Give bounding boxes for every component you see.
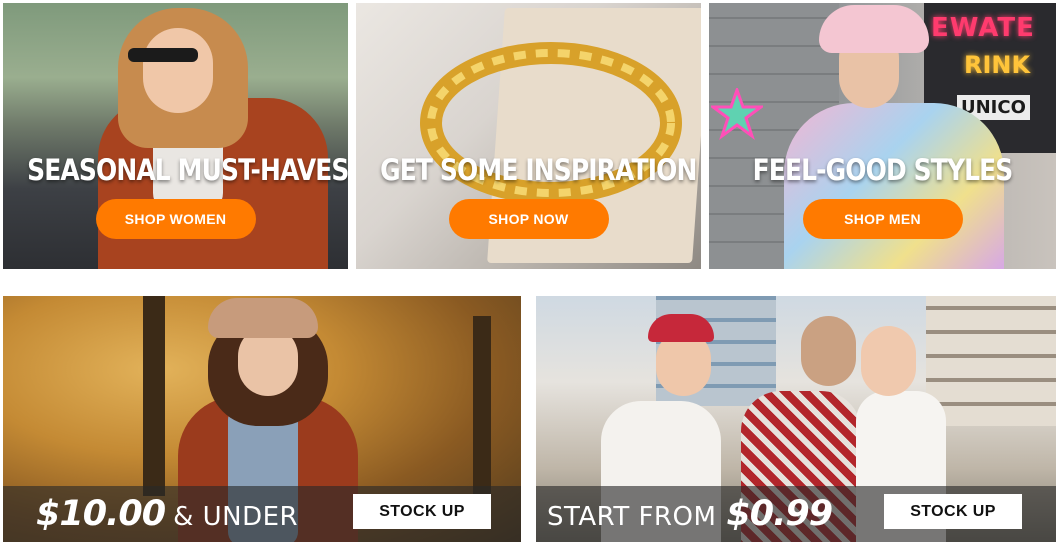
sunglasses (128, 48, 198, 62)
price-value: $10.00 (36, 494, 166, 534)
promo-title: GET SOME INSPIRATION (380, 153, 697, 187)
promo-title: SEASONAL MUST-HAVES (27, 153, 348, 187)
tree-trunk (473, 316, 491, 496)
shop-men-button[interactable]: SHOP MEN (802, 199, 963, 239)
price-line: $10.00 & UNDER (36, 494, 298, 534)
promo-tile-men[interactable]: EWATE RINK UNICO FEEL-GOOD STYLES SHOP M… (709, 3, 1056, 269)
price-prefix: START FROM (547, 502, 717, 532)
building (926, 296, 1056, 426)
bracelet-illustration (420, 42, 682, 204)
promo-tile-women[interactable]: SEASONAL MUST-HAVES SHOP WOMEN (3, 3, 348, 269)
model-face (143, 28, 213, 113)
promo-tile-from-099[interactable]: START FROM $0.99 STOCK UP (536, 296, 1056, 542)
price-suffix: & UNDER (173, 502, 299, 532)
stock-up-button[interactable]: STOCK UP (884, 494, 1022, 529)
neon-text-1: EWATE (931, 13, 1035, 43)
shop-now-button[interactable]: SHOP NOW (448, 199, 609, 239)
model-face (801, 316, 856, 386)
promo-tile-under-ten[interactable]: $10.00 & UNDER STOCK UP (3, 296, 521, 542)
price-value: $0.99 (726, 494, 833, 534)
promo-title: FEEL-GOOD STYLES (752, 153, 1014, 187)
sun-hat (208, 298, 318, 338)
stock-up-button[interactable]: STOCK UP (353, 494, 491, 529)
promo-tile-inspiration[interactable]: GET SOME INSPIRATION SHOP NOW (356, 3, 701, 269)
star-icon (711, 88, 763, 140)
tree-trunk (143, 296, 165, 496)
price-line: START FROM $0.99 (547, 494, 833, 534)
model-face (861, 326, 916, 396)
red-cap (648, 314, 714, 342)
neon-text-2: RINK (964, 51, 1031, 79)
bucket-hat (819, 5, 929, 53)
shop-women-button[interactable]: SHOP WOMEN (95, 199, 256, 239)
